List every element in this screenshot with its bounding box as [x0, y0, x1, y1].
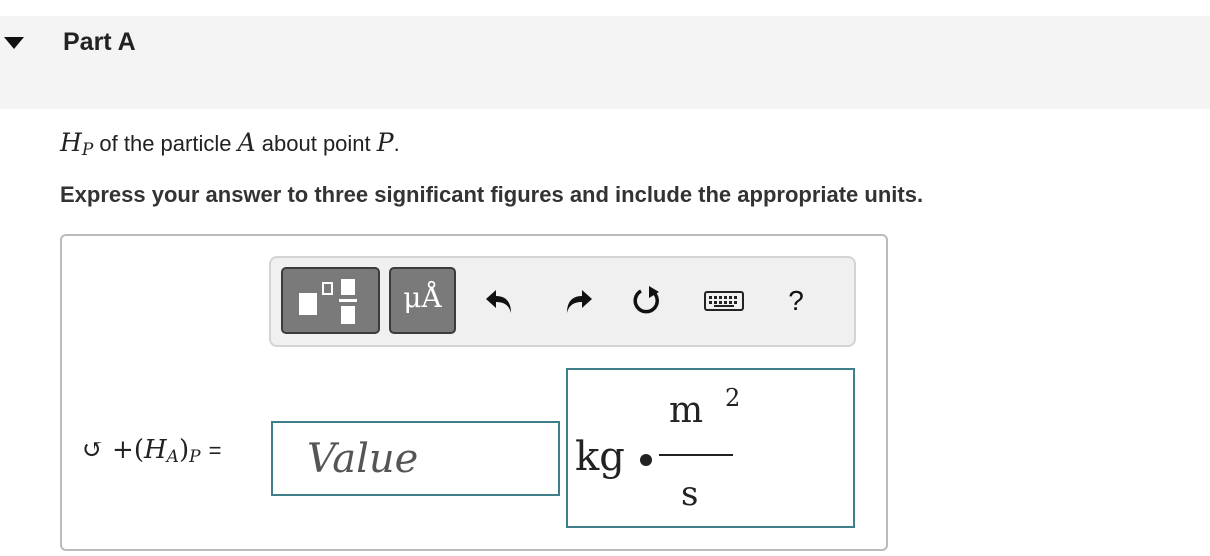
reset-button[interactable] — [629, 281, 665, 321]
value-input[interactable] — [271, 421, 560, 496]
reset-icon — [633, 286, 659, 314]
lhs-sub-a: A — [166, 447, 179, 467]
templates-button[interactable] — [281, 267, 380, 334]
question-text-part1: of the particle — [99, 131, 232, 156]
question-point: P — [376, 128, 394, 157]
part-header[interactable] — [0, 16, 1210, 109]
question-text-part2: about point — [261, 131, 371, 156]
keyboard-icon — [704, 291, 744, 311]
question-end: . — [393, 131, 400, 156]
part-title: Part A — [63, 28, 136, 56]
question-symbol: H — [60, 128, 82, 157]
question-particle: A — [237, 128, 256, 157]
lhs-prefix: ↺ +( — [82, 435, 144, 465]
unit-numerator: m — [669, 390, 704, 431]
unit-numerator-exponent: 2 — [725, 384, 741, 412]
instructions: Express your answer to three significant… — [60, 182, 924, 207]
redo-icon — [567, 290, 592, 313]
undo-icon — [486, 290, 511, 313]
unit-fraction-bar — [659, 454, 733, 456]
question-symbol-sub: P — [81, 140, 94, 160]
lhs-symbol: H — [143, 435, 167, 465]
lhs-close: ) — [178, 435, 190, 465]
units-button[interactable]: μÅ — [389, 267, 456, 334]
unit-multiply-dot — [640, 454, 652, 466]
units-button-label: μÅ — [403, 281, 442, 314]
equals-sign: = — [208, 438, 222, 463]
units-input[interactable]: kg m 2 s — [566, 368, 855, 528]
redo-button[interactable] — [560, 281, 596, 321]
question-text: HP of the particle A about point P. — [60, 128, 400, 160]
collapse-arrow-icon[interactable] — [4, 37, 24, 49]
unit-denominator: s — [681, 474, 699, 514]
undo-button[interactable] — [482, 281, 518, 321]
templates-icon — [299, 279, 357, 324]
help-button[interactable]: ? — [778, 281, 814, 321]
lhs-sub-p: P — [189, 447, 201, 467]
answer-label: ↺ +(HA)P = — [82, 435, 221, 467]
unit-kg: kg — [575, 434, 625, 480]
keyboard-button[interactable] — [703, 281, 745, 321]
